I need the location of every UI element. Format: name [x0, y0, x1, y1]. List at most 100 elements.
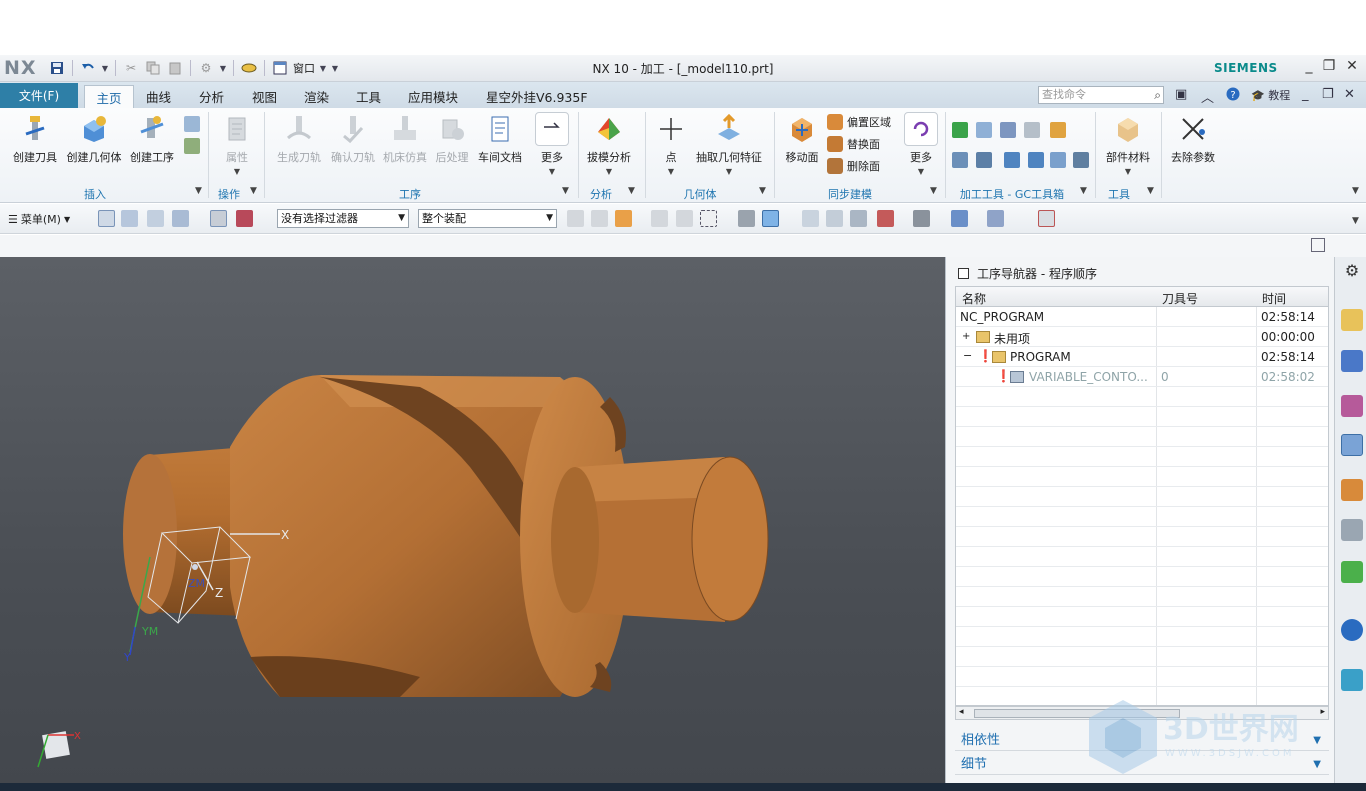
- column-header-name[interactable]: 名称: [962, 290, 986, 307]
- doc-close-icon[interactable]: ✕: [1344, 87, 1355, 102]
- select-mode-3-icon[interactable]: [147, 210, 164, 227]
- postprocess-button[interactable]: 后处理: [432, 112, 472, 165]
- shop-doc-button[interactable]: 车间文档: [476, 112, 524, 165]
- expand-icon[interactable]: +: [962, 331, 970, 342]
- graphics-viewport[interactable]: X Z ZM YM Y X: [0, 257, 945, 783]
- properties-button[interactable]: 属性 ▼: [214, 112, 260, 176]
- point-button[interactable]: 点 ▼: [652, 112, 690, 176]
- close-icon[interactable]: ✕: [1343, 58, 1361, 74]
- table-row[interactable]: ❗ VARIABLE_CONTO... 0 02:58:02: [956, 367, 1328, 387]
- sync-more-button[interactable]: 更多 ▼: [902, 112, 940, 176]
- collapse-ribbon-icon[interactable]: ︿: [1201, 87, 1214, 106]
- sync-group-dropdown-icon[interactable]: ▼: [930, 186, 937, 196]
- file-tab[interactable]: 文件(F): [0, 83, 78, 108]
- tutorial-icon[interactable]: 🎓 教程: [1251, 87, 1290, 103]
- tab-view[interactable]: 视图: [246, 85, 283, 108]
- snap-1-icon[interactable]: [567, 210, 584, 227]
- tab-application[interactable]: 应用模块: [402, 85, 464, 108]
- collapse-icon[interactable]: −: [963, 349, 972, 362]
- restore-icon[interactable]: ❐: [1320, 58, 1338, 74]
- minimize-icon[interactable]: _: [1300, 58, 1318, 74]
- web-browser-icon[interactable]: [1341, 669, 1363, 691]
- delete-face-button[interactable]: 删除面: [827, 158, 880, 174]
- move-face-button[interactable]: 移动面: [782, 112, 822, 165]
- gc-tool-1-icon[interactable]: [976, 122, 992, 138]
- create-geometry-button[interactable]: 创建几何体: [65, 112, 123, 165]
- edit-section-icon[interactable]: [951, 210, 968, 227]
- scroll-left-icon[interactable]: ◂: [959, 707, 964, 717]
- operate-group-dropdown-icon[interactable]: ▼: [250, 186, 257, 196]
- show-hide-icon[interactable]: [987, 210, 1004, 227]
- navigator-pin-icon[interactable]: [958, 268, 969, 279]
- select-filter-2-icon[interactable]: [236, 210, 253, 227]
- gc-tool-9-icon[interactable]: [1050, 152, 1066, 168]
- column-header-tool[interactable]: 刀具号: [1162, 290, 1198, 307]
- render-style-icon[interactable]: [913, 210, 930, 227]
- gc-check-icon[interactable]: [952, 122, 968, 138]
- gc-tool-2-icon[interactable]: [1000, 122, 1016, 138]
- menu-button[interactable]: ☰ 菜单(M) ▼: [8, 211, 70, 227]
- snap-6-icon[interactable]: [700, 210, 717, 227]
- help-icon[interactable]: ?: [1226, 87, 1240, 105]
- select-mode-1-icon[interactable]: [98, 210, 115, 227]
- gc-tool-4-icon[interactable]: [1050, 122, 1066, 138]
- draft-analysis-button[interactable]: 拔模分析 ▼: [584, 112, 634, 176]
- view-shaded-icon[interactable]: [738, 210, 755, 227]
- full-screen-icon[interactable]: ▣: [1175, 87, 1187, 102]
- offset-region-button[interactable]: 偏置区域: [827, 114, 891, 130]
- gc-tool-5-icon[interactable]: [952, 152, 968, 168]
- gc-tool-3-icon[interactable]: [1024, 122, 1040, 138]
- machine-tool-navigator-icon[interactable]: [1341, 479, 1363, 501]
- point-dropdown-icon[interactable]: ▼: [668, 167, 674, 176]
- view-fit-icon[interactable]: [802, 210, 819, 227]
- sync-more-dropdown-icon[interactable]: ▼: [918, 167, 924, 176]
- geometry-group-dropdown-icon[interactable]: ▼: [759, 186, 766, 196]
- snap-5-icon[interactable]: [676, 210, 693, 227]
- insert-extra-icon-2[interactable]: [184, 138, 200, 154]
- part-material-button[interactable]: 部件材料 ▼: [1104, 112, 1152, 176]
- maximize-view-icon[interactable]: [1311, 238, 1325, 252]
- snap-3-icon[interactable]: [615, 210, 632, 227]
- measure-icon[interactable]: [1038, 210, 1055, 227]
- gc-tool-8-icon[interactable]: [1028, 152, 1044, 168]
- select-mode-4-icon[interactable]: [172, 210, 189, 227]
- tab-home[interactable]: 主页: [84, 85, 134, 108]
- tools-group-dropdown-icon[interactable]: ▼: [1147, 186, 1154, 196]
- table-row[interactable]: − ❗ PROGRAM 02:58:14: [956, 347, 1328, 367]
- roles-icon[interactable]: [1341, 561, 1363, 583]
- constraint-navigator-icon[interactable]: [1341, 350, 1363, 372]
- search-icon[interactable]: ⌕: [1154, 87, 1161, 103]
- table-row[interactable]: NC_PROGRAM 02:58:14: [956, 307, 1328, 327]
- snap-2-icon[interactable]: [591, 210, 608, 227]
- operation-more-dropdown-icon[interactable]: ▼: [549, 167, 555, 176]
- snap-4-icon[interactable]: [651, 210, 668, 227]
- part-navigator-icon[interactable]: [1341, 395, 1363, 417]
- history-icon[interactable]: [1341, 619, 1363, 641]
- verify-path-button[interactable]: 确认刀轨: [328, 112, 378, 165]
- view-cube-icon[interactable]: [762, 210, 779, 227]
- create-operation-button[interactable]: 创建工序: [127, 112, 177, 165]
- extract-feature-dropdown-icon[interactable]: ▼: [726, 167, 732, 176]
- table-row[interactable]: + 未用项 00:00:00: [956, 327, 1328, 347]
- tab-curve[interactable]: 曲线: [140, 85, 177, 108]
- assembly-scope-dropdown[interactable]: 整个装配 ▼: [418, 209, 557, 228]
- insert-group-dropdown-icon[interactable]: ▼: [195, 186, 202, 196]
- insert-extra-icon-1[interactable]: [184, 116, 200, 132]
- gc-tool-10-icon[interactable]: [1073, 152, 1089, 168]
- extract-feature-button[interactable]: 抽取几何特征 ▼: [694, 112, 764, 176]
- reuse-library-icon[interactable]: [1341, 519, 1363, 541]
- operation-navigator-tab-icon[interactable]: [1341, 434, 1363, 456]
- assembly-navigator-icon[interactable]: [1341, 309, 1363, 331]
- properties-dropdown-icon[interactable]: ▼: [234, 167, 240, 176]
- remove-params-button[interactable]: 去除参数: [1168, 112, 1218, 165]
- view-rotate-icon[interactable]: [850, 210, 867, 227]
- create-tool-button[interactable]: 创建刀具: [11, 112, 59, 165]
- doc-restore-icon[interactable]: ❐: [1322, 87, 1334, 102]
- settings-gear-icon[interactable]: ⚙: [1341, 261, 1363, 283]
- operation-group-dropdown-icon[interactable]: ▼: [562, 186, 569, 196]
- gc-tool-6-icon[interactable]: [976, 152, 992, 168]
- analysis-group-dropdown-icon[interactable]: ▼: [628, 186, 635, 196]
- view-orient-icon[interactable]: [877, 210, 894, 227]
- replace-face-button[interactable]: 替换面: [827, 136, 880, 152]
- doc-minimize-icon[interactable]: _: [1302, 87, 1309, 102]
